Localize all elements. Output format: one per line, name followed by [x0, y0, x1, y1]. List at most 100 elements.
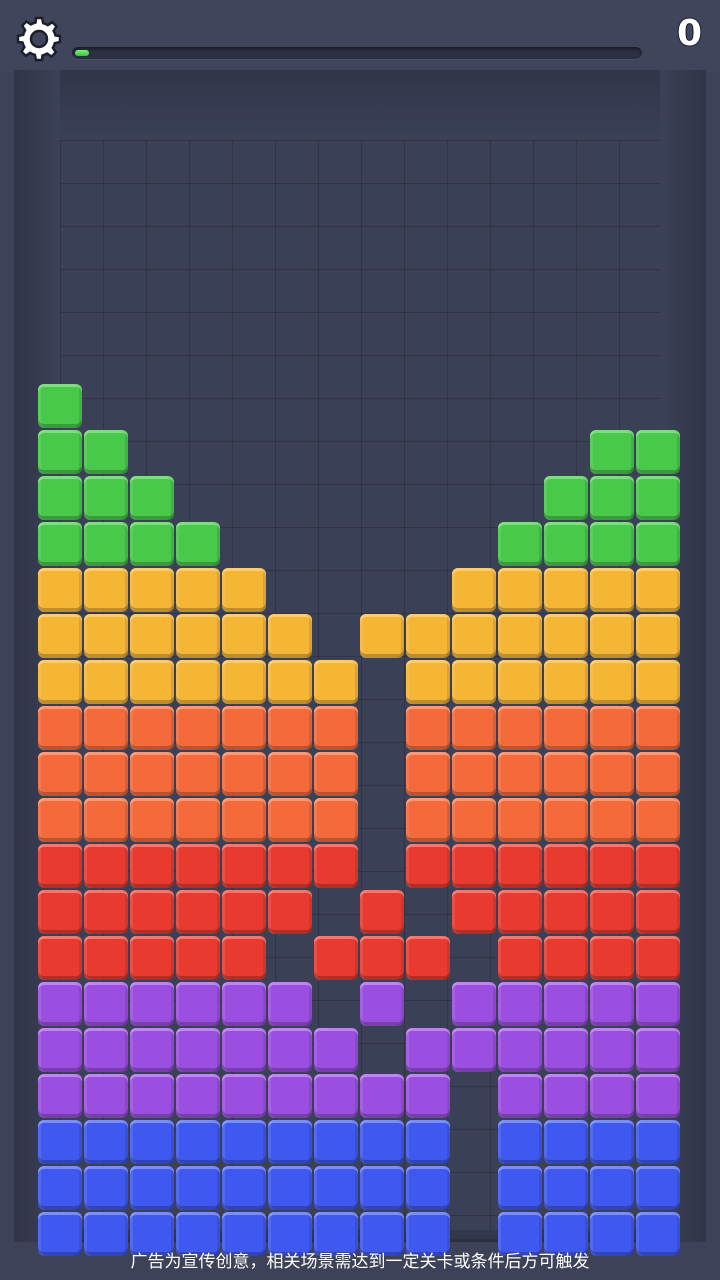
cube-purple[interactable] — [268, 1074, 312, 1118]
cube-purple[interactable] — [84, 1074, 128, 1118]
cube-yellow[interactable] — [268, 660, 312, 704]
cube-yellow[interactable] — [84, 568, 128, 612]
cube-orange[interactable] — [84, 706, 128, 750]
cube-yellow[interactable] — [498, 568, 542, 612]
cube-red[interactable] — [130, 936, 174, 980]
cube-blue[interactable] — [498, 1120, 542, 1164]
cube-orange[interactable] — [130, 798, 174, 842]
cube-yellow[interactable] — [452, 614, 496, 658]
cube-orange[interactable] — [130, 752, 174, 796]
cube-red[interactable] — [498, 890, 542, 934]
cube-blue[interactable] — [314, 1166, 358, 1210]
cube-yellow[interactable] — [636, 614, 680, 658]
cube-yellow[interactable] — [130, 614, 174, 658]
cube-red[interactable] — [590, 844, 634, 888]
cube-purple[interactable] — [84, 1028, 128, 1072]
cube-orange[interactable] — [314, 798, 358, 842]
cube-orange[interactable] — [544, 706, 588, 750]
cube-blue[interactable] — [406, 1166, 450, 1210]
cube-purple[interactable] — [590, 1074, 634, 1118]
cube-yellow[interactable] — [38, 660, 82, 704]
cube-yellow[interactable] — [38, 568, 82, 612]
cube-blue[interactable] — [222, 1120, 266, 1164]
cube-green[interactable] — [38, 476, 82, 520]
cube-blue[interactable] — [222, 1166, 266, 1210]
cube-purple[interactable] — [268, 1028, 312, 1072]
cube-orange[interactable] — [130, 706, 174, 750]
cube-green[interactable] — [38, 384, 82, 428]
cube-green[interactable] — [498, 522, 542, 566]
cube-yellow[interactable] — [544, 568, 588, 612]
cube-yellow[interactable] — [176, 660, 220, 704]
cube-yellow[interactable] — [222, 660, 266, 704]
cube-red[interactable] — [176, 936, 220, 980]
cube-orange[interactable] — [452, 798, 496, 842]
cube-blue[interactable] — [84, 1120, 128, 1164]
cube-red[interactable] — [268, 890, 312, 934]
cube-red[interactable] — [360, 890, 404, 934]
cube-yellow[interactable] — [636, 568, 680, 612]
cube-purple[interactable] — [360, 1074, 404, 1118]
cube-red[interactable] — [590, 936, 634, 980]
cube-orange[interactable] — [636, 706, 680, 750]
cube-yellow[interactable] — [406, 614, 450, 658]
cube-green[interactable] — [636, 430, 680, 474]
cube-orange[interactable] — [590, 752, 634, 796]
cube-yellow[interactable] — [590, 660, 634, 704]
cube-orange[interactable] — [406, 752, 450, 796]
cube-blue[interactable] — [590, 1120, 634, 1164]
cube-red[interactable] — [360, 936, 404, 980]
cube-red[interactable] — [130, 844, 174, 888]
cube-purple[interactable] — [636, 1028, 680, 1072]
cube-orange[interactable] — [452, 706, 496, 750]
cube-red[interactable] — [38, 890, 82, 934]
cube-orange[interactable] — [176, 752, 220, 796]
cube-red[interactable] — [544, 890, 588, 934]
cube-green[interactable] — [636, 476, 680, 520]
cube-purple[interactable] — [38, 982, 82, 1026]
cube-red[interactable] — [176, 890, 220, 934]
cube-orange[interactable] — [498, 752, 542, 796]
cube-red[interactable] — [636, 936, 680, 980]
cube-yellow[interactable] — [176, 614, 220, 658]
cube-red[interactable] — [314, 936, 358, 980]
cube-purple[interactable] — [84, 982, 128, 1026]
cube-yellow[interactable] — [452, 660, 496, 704]
cube-yellow[interactable] — [360, 614, 404, 658]
cube-purple[interactable] — [636, 1074, 680, 1118]
cube-blue[interactable] — [360, 1120, 404, 1164]
cube-purple[interactable] — [130, 982, 174, 1026]
cube-orange[interactable] — [498, 798, 542, 842]
cube-green[interactable] — [176, 522, 220, 566]
cube-orange[interactable] — [314, 706, 358, 750]
cube-yellow[interactable] — [38, 614, 82, 658]
cube-purple[interactable] — [590, 1028, 634, 1072]
cube-blue[interactable] — [406, 1120, 450, 1164]
cube-blue[interactable] — [130, 1120, 174, 1164]
cube-orange[interactable] — [268, 752, 312, 796]
cube-purple[interactable] — [406, 1028, 450, 1072]
cube-yellow[interactable] — [84, 660, 128, 704]
cube-green[interactable] — [84, 522, 128, 566]
cube-purple[interactable] — [222, 982, 266, 1026]
cube-yellow[interactable] — [268, 614, 312, 658]
cube-blue[interactable] — [38, 1166, 82, 1210]
cube-yellow[interactable] — [176, 568, 220, 612]
cube-purple[interactable] — [636, 982, 680, 1026]
cube-yellow[interactable] — [406, 660, 450, 704]
cube-red[interactable] — [38, 844, 82, 888]
cube-orange[interactable] — [544, 752, 588, 796]
cube-purple[interactable] — [38, 1028, 82, 1072]
cube-yellow[interactable] — [314, 660, 358, 704]
cube-yellow[interactable] — [590, 568, 634, 612]
cube-blue[interactable] — [590, 1166, 634, 1210]
cube-orange[interactable] — [636, 752, 680, 796]
cube-red[interactable] — [84, 844, 128, 888]
cube-orange[interactable] — [84, 798, 128, 842]
cube-green[interactable] — [544, 476, 588, 520]
cube-red[interactable] — [84, 936, 128, 980]
cube-orange[interactable] — [452, 752, 496, 796]
cube-red[interactable] — [544, 936, 588, 980]
cube-green[interactable] — [84, 476, 128, 520]
cube-yellow[interactable] — [544, 660, 588, 704]
